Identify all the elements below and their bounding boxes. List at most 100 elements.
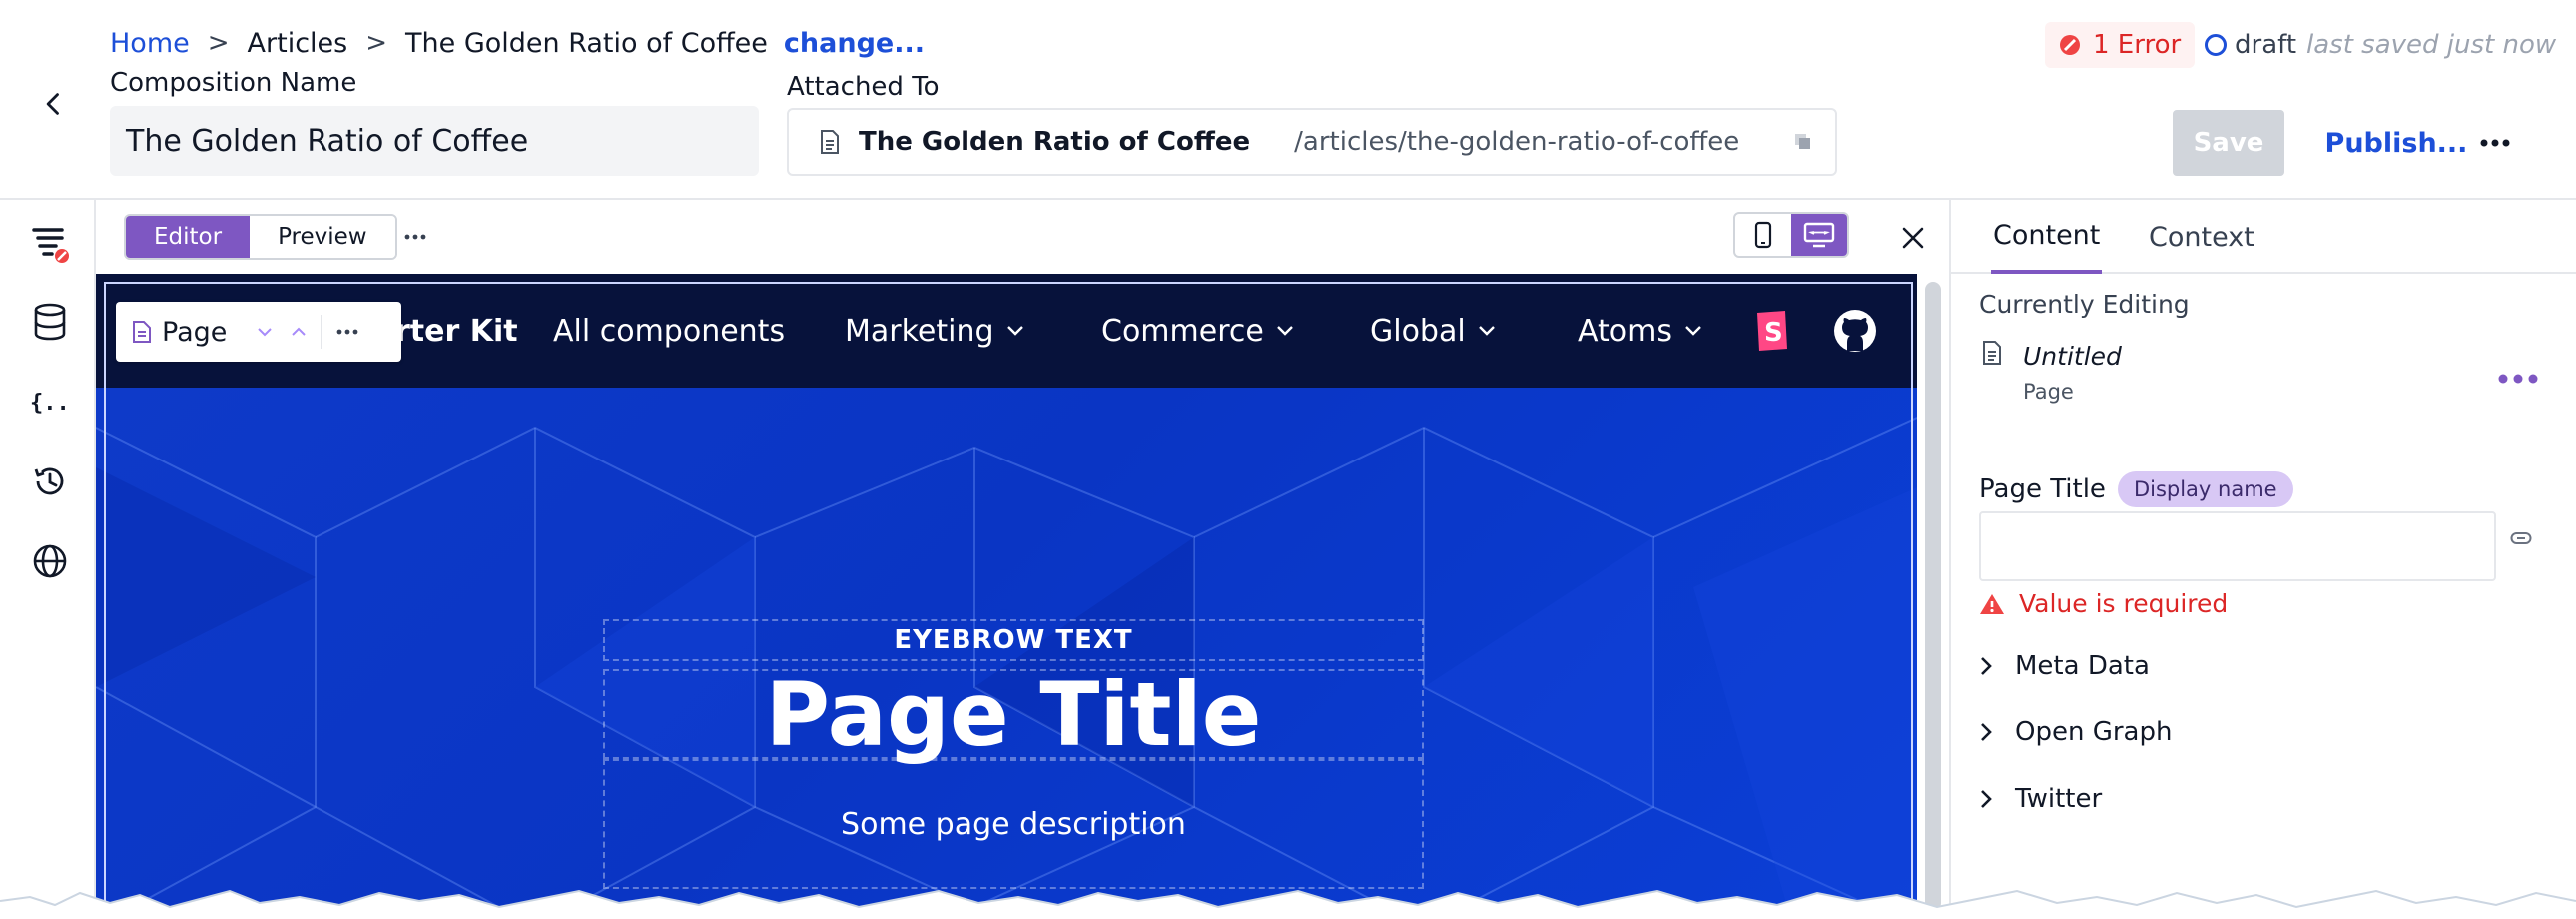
github-icon[interactable]	[1833, 274, 1877, 388]
mobile-icon	[1754, 221, 1772, 249]
chevron-up-icon[interactable]	[291, 327, 307, 337]
chevron-right-icon: >	[365, 28, 388, 58]
page-component-chip[interactable]: Page	[116, 302, 401, 362]
save-button[interactable]: Save	[2173, 110, 2284, 176]
document-icon	[819, 129, 841, 155]
svg-text:{...}: {...}	[30, 391, 70, 416]
panel-tabs: Content Context	[1951, 200, 2576, 274]
nav-global[interactable]: Global	[1370, 274, 1496, 388]
section-label: Open Graph	[2015, 717, 2173, 747]
composition-name-input[interactable]: The Golden Ratio of Coffee	[110, 106, 759, 176]
ellipsis-icon	[2480, 139, 2510, 147]
page-chip-label: Page	[162, 316, 228, 348]
error-icon	[2060, 35, 2080, 55]
canvas-scrollbar[interactable]	[1925, 282, 1941, 911]
breadcrumb-articles[interactable]: Articles	[248, 28, 348, 59]
section-label: Meta Data	[2015, 651, 2150, 681]
chevron-down-icon	[1006, 326, 1023, 336]
history-icon[interactable]	[26, 458, 74, 505]
nav-atoms[interactable]: Atoms	[1578, 274, 1702, 388]
editing-more-button[interactable]	[2490, 364, 2546, 394]
nav-label: Commerce	[1101, 313, 1264, 349]
attached-path: /articles/the-golden-ratio-of-coffee	[1294, 127, 1740, 157]
warning-icon	[1980, 593, 2004, 614]
data-icon[interactable]	[26, 298, 74, 346]
view-mode-toggle: Editor Preview	[124, 214, 397, 260]
ellipsis-icon	[2498, 374, 2538, 384]
status-badge: draft	[2205, 26, 2296, 64]
close-canvas-button[interactable]	[1893, 218, 1933, 258]
composition-name-label: Composition Name	[110, 68, 357, 98]
compositions-error-icon[interactable]	[26, 220, 74, 268]
display-name-badge: Display name	[2117, 471, 2293, 507]
tab-editor[interactable]: Editor	[126, 216, 251, 258]
device-toggle	[1733, 212, 1849, 258]
breadcrumb-home[interactable]: Home	[110, 28, 190, 59]
properties-panel: Content Context Currently Editing Untitl…	[1949, 200, 2576, 919]
last-saved-text: last saved just now	[2306, 30, 2557, 60]
hero-section[interactable]: EYEBROW TEXT Page Title Some page descri…	[96, 388, 1917, 919]
document-icon	[1981, 340, 2003, 366]
site-preview[interactable]: EYEBROW TEXT Page Title Some page descri…	[96, 274, 1917, 919]
nav-marketing[interactable]: Marketing	[845, 274, 1024, 388]
hero-page-title[interactable]: Page Title	[603, 663, 1424, 766]
attached-title: The Golden Ratio of Coffee	[859, 127, 1251, 157]
canvas-more-button[interactable]	[395, 220, 435, 254]
page-title-field-label: Page Title Display name	[1979, 471, 2293, 507]
breadcrumb: Home > Articles > The Golden Ratio of Co…	[110, 24, 925, 62]
globe-icon[interactable]	[26, 537, 74, 585]
ellipsis-icon	[404, 234, 426, 240]
ellipsis-icon[interactable]	[336, 329, 358, 335]
close-icon	[1902, 227, 1924, 249]
error-count: 1 Error	[2093, 30, 2182, 60]
change-link[interactable]: change...	[784, 28, 925, 59]
preview-canvas[interactable]: EYEBROW TEXT Page Title Some page descri…	[96, 272, 1949, 919]
hero-description[interactable]: Some page description	[603, 759, 1424, 889]
error-text: Value is required	[2019, 589, 2229, 618]
error-badge[interactable]: 1 Error	[2045, 22, 2196, 68]
attached-to-field[interactable]: The Golden Ratio of Coffee /articles/the…	[787, 108, 1837, 176]
link-icon[interactable]	[2510, 531, 2532, 545]
section-twitter[interactable]: Twitter	[1979, 784, 2102, 814]
back-button[interactable]	[30, 80, 78, 128]
section-label: Twitter	[2015, 784, 2103, 814]
section-meta-data[interactable]: Meta Data	[1979, 651, 2150, 681]
chevron-down-icon	[1276, 326, 1293, 336]
tab-content[interactable]: Content	[1991, 200, 2103, 274]
desktop-icon	[1803, 222, 1835, 248]
svg-text:S: S	[1764, 318, 1783, 348]
editing-type: Page	[2023, 380, 2074, 404]
tab-context[interactable]: Context	[2149, 200, 2254, 274]
nav-commerce[interactable]: Commerce	[1101, 274, 1294, 388]
validation-error: Value is required	[1979, 589, 2228, 618]
section-open-graph[interactable]: Open Graph	[1979, 717, 2172, 747]
nav-label: All components	[553, 313, 786, 349]
tab-preview[interactable]: Preview	[250, 216, 395, 258]
nav-label: Global	[1370, 313, 1466, 349]
more-options-button[interactable]	[2470, 120, 2520, 166]
page-title-input[interactable]	[1979, 511, 2496, 581]
left-rail: {...}	[0, 200, 96, 919]
copy-icon[interactable]	[1793, 132, 1813, 152]
nav-all-components[interactable]: All components	[553, 274, 785, 388]
status-text: draft	[2235, 30, 2297, 60]
torn-edge-decoration	[0, 889, 2576, 919]
mobile-view-button[interactable]	[1735, 214, 1791, 256]
site-brand[interactable]: rter Kit	[395, 274, 518, 388]
desktop-view-button[interactable]	[1791, 214, 1847, 256]
currently-editing-label: Currently Editing	[1979, 290, 2190, 319]
eyebrow-text[interactable]: EYEBROW TEXT	[603, 619, 1424, 661]
editing-name: Untitled	[2023, 342, 2122, 371]
json-icon[interactable]: {...}	[26, 378, 74, 426]
storybook-icon[interactable]: S	[1755, 274, 1791, 388]
attached-to-label: Attached To	[787, 72, 940, 102]
chevron-down-icon	[1478, 326, 1495, 336]
chevron-right-icon	[1981, 723, 1992, 741]
breadcrumb-current: The Golden Ratio of Coffee	[405, 27, 768, 59]
chevron-down-icon[interactable]	[257, 327, 273, 337]
draft-status-icon	[2205, 34, 2227, 56]
chevron-down-icon	[1685, 326, 1701, 336]
publish-button[interactable]: Publish...	[2316, 110, 2476, 176]
nav-label: Atoms	[1578, 313, 1672, 349]
canvas-toolbar: Editor Preview	[96, 200, 1949, 272]
